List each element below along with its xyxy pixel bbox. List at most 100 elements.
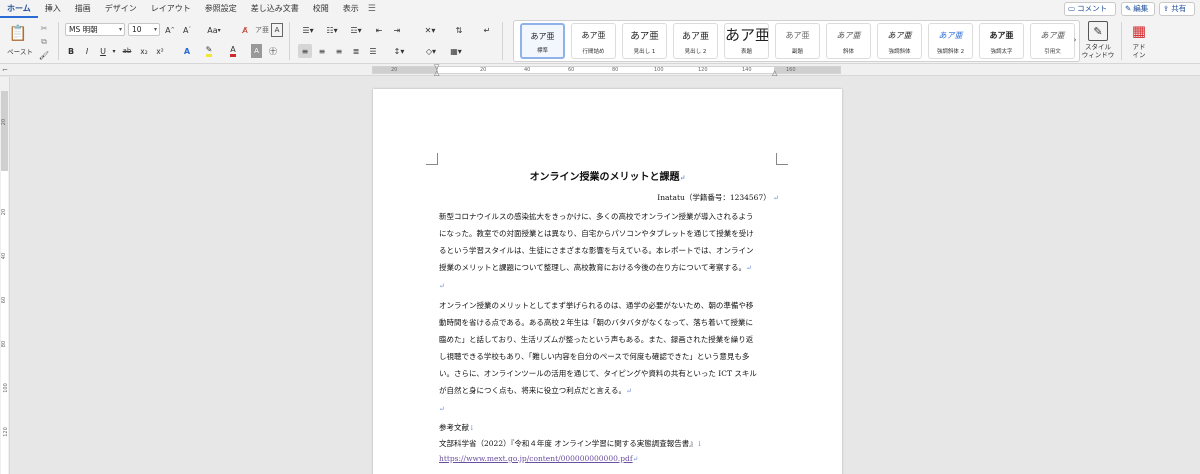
text-line: になった。教室での対面授業とは異なり、自宅からパソコンやタブレットを通じて授業を… bbox=[439, 229, 754, 238]
styles-pane-icon[interactable]: ✎ bbox=[1088, 21, 1108, 41]
justify-icon[interactable]: ≣ bbox=[349, 44, 363, 58]
text-effects-icon[interactable]: A bbox=[180, 44, 194, 58]
share-button[interactable]: ⇪ 共有 bbox=[1159, 2, 1195, 16]
tab-stop-icon[interactable]: ⌐ bbox=[2, 66, 8, 74]
style-subtle-emphasis[interactable]: あア亜 斜体 bbox=[826, 23, 871, 59]
phonetic-guide-icon[interactable]: ア亜 bbox=[255, 23, 269, 37]
cut-icon[interactable]: ✂ bbox=[38, 21, 50, 35]
format-painter-icon[interactable]: 🖌 bbox=[38, 48, 50, 62]
style-no-spacing[interactable]: あア亜 行間詰め bbox=[571, 23, 616, 59]
references-heading[interactable]: 参考文献↓ bbox=[439, 422, 475, 433]
font-color-icon[interactable]: A bbox=[226, 44, 240, 58]
vertical-ruler[interactable]: 20 20 40 60 80 100 120 bbox=[0, 77, 10, 474]
horizontal-ruler[interactable]: ⌐ 20 20 40 60 80 100 120 140 160 ▽ △ △ bbox=[0, 63, 1200, 77]
subscript-button[interactable]: x₂ bbox=[138, 44, 150, 58]
line-break-mark: ↓ bbox=[469, 424, 475, 432]
copy-icon[interactable]: ⧉ bbox=[38, 35, 50, 49]
ruler-label: 120 bbox=[698, 67, 708, 73]
author-line[interactable]: Inatatu（学籍番号：1234567） ↵ bbox=[657, 192, 779, 203]
bold-button[interactable]: B bbox=[65, 44, 77, 58]
tell-me-icon[interactable]: ☰ bbox=[368, 4, 376, 14]
font-size-dropdown[interactable]: 10 ▾ bbox=[128, 23, 160, 36]
document-title[interactable]: オンライン授業のメリットと課題↵ bbox=[373, 168, 842, 183]
text-line: るという学習スタイルは、生徒にさまざまな影響を与えている。本レポートでは、オンラ… bbox=[439, 246, 754, 255]
reference-url-link[interactable]: https://www.mext.go.jp/content/000000000… bbox=[439, 454, 633, 463]
tab-home[interactable]: ホーム bbox=[0, 0, 38, 18]
shading-icon[interactable]: ◇▾ bbox=[421, 44, 441, 58]
underline-button[interactable]: U bbox=[97, 44, 109, 58]
change-case-button[interactable]: Aa ▾ bbox=[203, 23, 225, 37]
font-name-value: MS 明朝 bbox=[69, 25, 98, 34]
tab-view[interactable]: 表示 bbox=[336, 0, 366, 18]
ruler-track: 20 20 40 60 80 100 120 140 160 bbox=[372, 66, 841, 74]
reference-source[interactable]: 文部科学省（2022）『令和４年度 オンライン学習に関する実態調査報告書』↓ bbox=[439, 438, 703, 449]
style-title[interactable]: あア亜 表題 bbox=[724, 23, 769, 59]
document-page[interactable]: オンライン授業のメリットと課題↵ Inatatu（学籍番号：1234567） ↵… bbox=[373, 89, 842, 474]
highlight-icon[interactable]: ✎ bbox=[202, 44, 216, 58]
edit-button[interactable]: ✎ 編集 bbox=[1121, 2, 1155, 16]
style-name: 斜体 bbox=[842, 49, 854, 55]
font-name-dropdown[interactable]: MS 明朝 ▾ bbox=[65, 23, 125, 36]
style-quote[interactable]: あア亜 引用文 bbox=[1030, 23, 1075, 59]
chevron-down-icon[interactable]: ▾ bbox=[110, 44, 118, 58]
right-indent-handle[interactable]: △ bbox=[772, 69, 777, 77]
style-heading-1[interactable]: あア亜 見出し 1 bbox=[622, 23, 667, 59]
style-strong[interactable]: あア亜 強調太字 bbox=[979, 23, 1024, 59]
increase-indent-icon[interactable]: ⇥ bbox=[390, 23, 404, 37]
style-name: 副題 bbox=[791, 49, 803, 55]
paragraph-mark: ↵ bbox=[439, 282, 445, 290]
style-subtitle[interactable]: あア亜 副題 bbox=[775, 23, 820, 59]
ruler-label: 20 bbox=[391, 67, 398, 73]
distributed-icon[interactable]: ☰ bbox=[366, 44, 380, 58]
character-border-icon[interactable]: A bbox=[271, 23, 283, 37]
ribbon-separator bbox=[502, 22, 503, 60]
ruler-label: 20 bbox=[480, 67, 487, 73]
tab-design[interactable]: デザイン bbox=[98, 0, 144, 18]
crop-mark bbox=[426, 153, 438, 165]
superscript-button[interactable]: x² bbox=[154, 44, 166, 58]
left-indent-handle[interactable]: △ bbox=[434, 69, 439, 77]
ruler-label: 20 bbox=[1, 118, 8, 126]
italic-button[interactable]: I bbox=[81, 44, 93, 58]
paragraph-intro[interactable]: 新型コロナウイルスの感染拡大をきっかけに、多くの高校でオンライン授業が導入される… bbox=[439, 208, 775, 295]
bullets-icon[interactable]: ☰▾ bbox=[298, 23, 318, 37]
align-center-icon[interactable]: ≡ bbox=[315, 44, 329, 58]
reference-source-text: 文部科学省（2022）『令和４年度 オンライン学習に関する実態調査報告書』 bbox=[439, 439, 697, 448]
numbering-icon[interactable]: ☷▾ bbox=[322, 23, 342, 37]
tab-review[interactable]: 校閲 bbox=[306, 0, 336, 18]
tab-insert[interactable]: 挿入 bbox=[38, 0, 68, 18]
asian-layout-icon[interactable]: ✕▾ bbox=[420, 23, 440, 37]
decrease-indent-icon[interactable]: ⇤ bbox=[372, 23, 386, 37]
ruler-label: 20 bbox=[1, 208, 8, 216]
align-right-icon[interactable]: ≡ bbox=[332, 44, 346, 58]
document-title-text: オンライン授業のメリットと課題 bbox=[529, 172, 680, 183]
clear-format-icon[interactable]: A̸ bbox=[238, 23, 252, 37]
show-marks-icon[interactable]: ↵ bbox=[480, 23, 494, 37]
style-name: 表題 bbox=[740, 49, 752, 55]
sort-icon[interactable]: ⇅ bbox=[452, 23, 466, 37]
paste-icon[interactable]: 📋 bbox=[8, 22, 28, 44]
addins-icon[interactable]: ▦ bbox=[1129, 21, 1149, 41]
strikethrough-button[interactable]: ab bbox=[120, 44, 134, 58]
shrink-font-icon[interactable]: Aˇ bbox=[180, 23, 194, 37]
grow-font-icon[interactable]: A ^ bbox=[163, 23, 177, 37]
style-intense-emphasis[interactable]: あア亜 強調斜体 2 bbox=[928, 23, 973, 59]
borders-icon[interactable]: ▦▾ bbox=[446, 44, 466, 58]
tab-layout[interactable]: レイアウト bbox=[144, 0, 198, 18]
line-spacing-icon[interactable]: ↕▾ bbox=[389, 44, 409, 58]
paragraph-merits[interactable]: オンライン授業のメリットとしてまず挙げられるのは、通学の必要がないため、朝の準備… bbox=[439, 297, 775, 418]
style-heading-2[interactable]: あア亜 見出し 2 bbox=[673, 23, 718, 59]
text-line: 授業のメリットと課題について整理し、高校教育における今後の在り方について考察する… bbox=[439, 263, 747, 272]
multilevel-list-icon[interactable]: ☲▾ bbox=[346, 23, 366, 37]
enclose-characters-icon[interactable]: ㊉ bbox=[266, 44, 280, 58]
tab-references[interactable]: 参照設定 bbox=[198, 0, 244, 18]
style-emphasis[interactable]: あア亜 強調斜体 bbox=[877, 23, 922, 59]
tab-mailings[interactable]: 差し込み文書 bbox=[244, 0, 306, 18]
tab-draw[interactable]: 描画 bbox=[68, 0, 98, 18]
character-shading-icon[interactable]: A bbox=[251, 44, 262, 58]
style-normal[interactable]: あア亜 標準 bbox=[520, 23, 565, 59]
style-preview: あア亜 bbox=[630, 31, 659, 42]
comment-button[interactable]: ▭ コメント bbox=[1064, 2, 1116, 16]
ruler-label: 100 bbox=[2, 383, 9, 393]
align-left-icon[interactable]: ≡ bbox=[298, 44, 312, 58]
